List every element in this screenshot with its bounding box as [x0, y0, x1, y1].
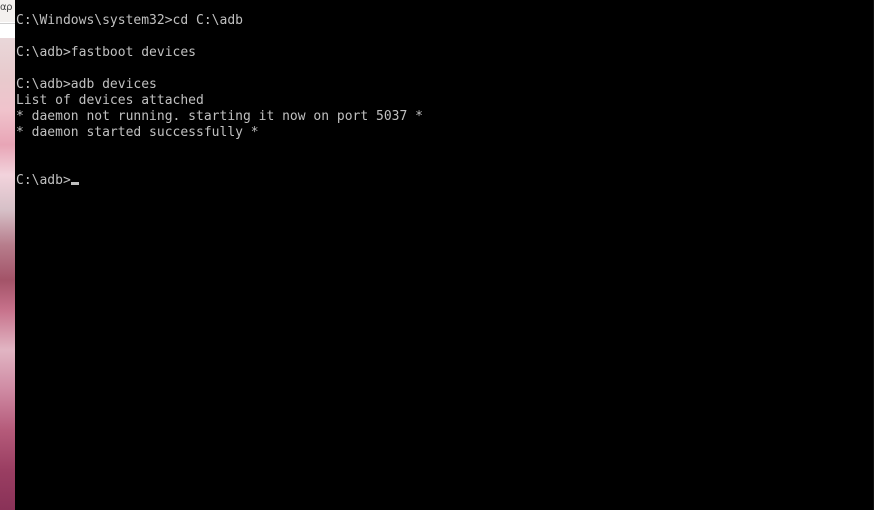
- console-prompt-line[interactable]: C:\adb>: [16, 173, 874, 189]
- console-line: * daemon not running. starting it now on…: [16, 109, 423, 124]
- screen: αρ C:\Windows\system32>cd C:\adb C:\adb>f…: [0, 0, 874, 510]
- console-line: C:\adb>fastboot devices: [16, 45, 197, 60]
- console-prompt: C:\adb>: [16, 173, 71, 188]
- console-output: C:\Windows\system32>cd C:\adb C:\adb>fast…: [16, 13, 874, 189]
- background-window-label: αρ: [0, 2, 12, 13]
- console-line: * daemon started successfully *: [16, 125, 259, 140]
- console-line: C:\Windows\system32>cd C:\adb: [16, 13, 243, 28]
- divider: [0, 23, 15, 24]
- background-window-edge: αρ: [0, 0, 15, 510]
- command-prompt-console[interactable]: C:\Windows\system32>cd C:\adb C:\adb>fast…: [16, 13, 874, 510]
- console-line: List of devices attached: [16, 93, 204, 108]
- text-cursor: [70, 182, 79, 185]
- console-line: C:\adb>adb devices: [16, 77, 157, 92]
